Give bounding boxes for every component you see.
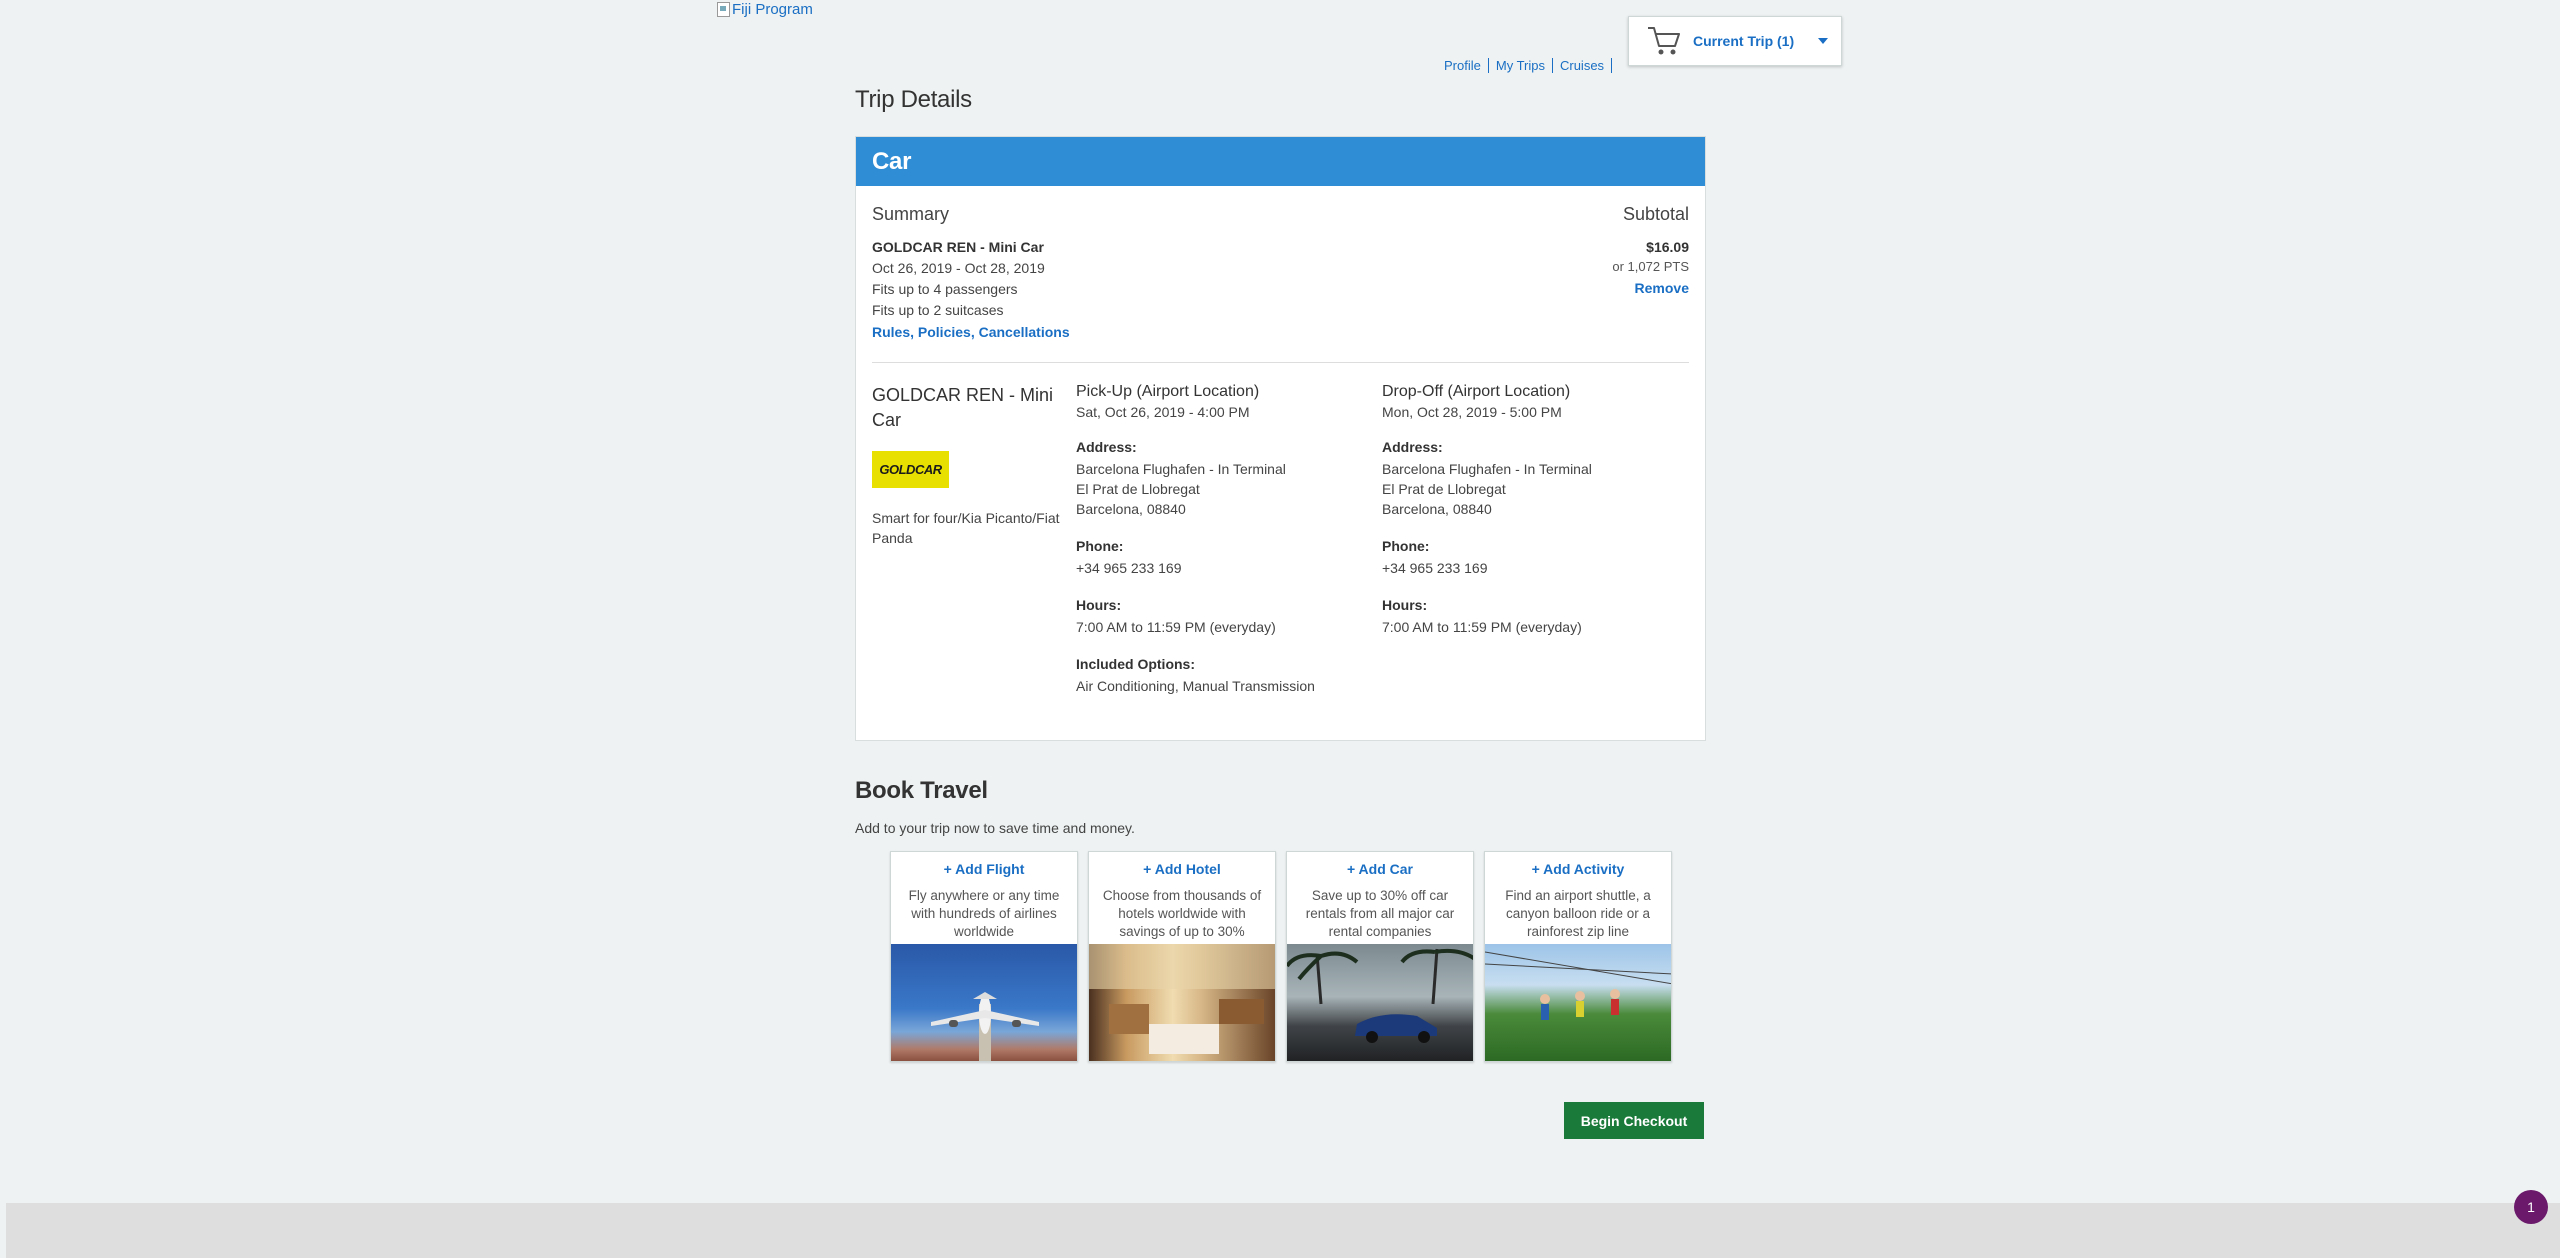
pickup-details: Pick-Up (Airport Location) Sat, Oct 26, … [1076, 383, 1382, 696]
dropoff-title: Drop-Off (Airport Location) [1382, 383, 1571, 400]
subtotal-price: $16.09 [1646, 239, 1689, 255]
dropoff-details: Drop-Off (Airport Location) Mon, Oct 28,… [1382, 383, 1688, 696]
add-car-description: Save up to 30% off car rentals from all … [1305, 888, 1455, 939]
pickup-phone: +34 965 233 169 [1076, 560, 1182, 576]
program-logo[interactable]: Fiji Program [717, 1, 813, 18]
nav-cruises-link[interactable]: Cruises [1553, 58, 1613, 73]
subtotal-block: Subtotal $16.09 or 1,072 PTS Remove [1612, 204, 1689, 342]
add-flight-description: Fly anywhere or any time with hundreds o… [908, 888, 1060, 939]
vehicle-info: GOLDCAR REN - Mini Car GOLDCAR Smart for… [872, 383, 1076, 696]
summary-car-name: GOLDCAR REN - Mini Car [872, 239, 1044, 255]
add-flight-tile[interactable]: + Add Flight Fly anywhere or any time wi… [890, 851, 1078, 1062]
top-nav: Profile My Trips Cruises [1438, 58, 1613, 73]
add-car-tile[interactable]: + Add Car Save up to 30% off car rentals… [1286, 851, 1474, 1062]
add-flight-link[interactable]: + Add Flight [891, 861, 1077, 877]
dropoff-datetime: Mon, Oct 28, 2019 - 5:00 PM [1382, 404, 1562, 420]
included-options-label: Included Options: [1076, 656, 1195, 672]
add-travel-tiles: + Add Flight Fly anywhere or any time wi… [890, 851, 1706, 1062]
car-on-road-image [1287, 944, 1473, 1061]
dropoff-hours-label: Hours: [1382, 597, 1428, 613]
dropoff-hours: 7:00 AM to 11:59 PM (everyday) [1382, 619, 1582, 635]
pickup-datetime: Sat, Oct 26, 2019 - 4:00 PM [1076, 404, 1250, 420]
dropoff-phone: +34 965 233 169 [1382, 560, 1488, 576]
pickup-hours-label: Hours: [1076, 597, 1122, 613]
summary-title: Summary [872, 204, 950, 224]
begin-checkout-button[interactable]: Begin Checkout [1564, 1102, 1704, 1139]
pickup-address-line: El Prat de Llobregat [1076, 481, 1200, 497]
dropoff-address-line: Barcelona Flughafen - In Terminal [1382, 461, 1592, 477]
zip-line-image [1485, 944, 1671, 1061]
zip-line-icon [1485, 951, 1671, 1020]
hotel-room-icon [1089, 944, 1275, 1054]
page-footer [6, 1203, 2560, 1258]
add-activity-tile[interactable]: + Add Activity Find an airport shuttle, … [1484, 851, 1672, 1062]
nav-my-trips-link[interactable]: My Trips [1489, 58, 1553, 73]
hotel-room-image [1089, 944, 1275, 1061]
pickup-title: Pick-Up (Airport Location) [1076, 383, 1260, 400]
pickup-address-line: Barcelona, 08840 [1076, 501, 1186, 517]
subtotal-points: or 1,072 PTS [1612, 259, 1689, 274]
logo-alt-text: Fiji Program [732, 1, 813, 18]
add-hotel-link[interactable]: + Add Hotel [1089, 861, 1275, 877]
broken-image-icon [717, 2, 730, 17]
car-summary: Summary GOLDCAR REN - Mini Car Oct 26, 2… [872, 204, 1070, 342]
current-trip-label: Current Trip (1) [1693, 33, 1795, 49]
remove-car-link[interactable]: Remove [1635, 280, 1689, 296]
main-content: Trip Details Car Summary GOLDCAR REN - M… [855, 86, 1706, 1062]
included-options: Air Conditioning, Manual Transmission [1076, 678, 1315, 694]
pickup-phone-label: Phone: [1076, 538, 1124, 554]
dropoff-address-line: Barcelona, 08840 [1382, 501, 1492, 517]
notification-badge[interactable]: 1 [2514, 1190, 2548, 1224]
subtotal-title: Subtotal [1622, 204, 1689, 224]
add-hotel-tile[interactable]: + Add Hotel Choose from thousands of hot… [1088, 851, 1276, 1062]
summary-dates: Oct 26, 2019 - Oct 28, 2019 [872, 260, 1045, 276]
add-activity-description: Find an airport shuttle, a canyon balloo… [1505, 888, 1651, 939]
pickup-address-line: Barcelona Flughafen - In Terminal [1076, 461, 1286, 477]
airplane-image [891, 944, 1077, 1061]
pickup-hours: 7:00 AM to 11:59 PM (everyday) [1076, 619, 1276, 635]
divider [872, 362, 1689, 363]
add-car-link[interactable]: + Add Car [1287, 861, 1473, 877]
vendor-logo: GOLDCAR [872, 451, 949, 488]
nav-profile-link[interactable]: Profile [1438, 58, 1489, 73]
book-travel-subtitle: Add to your trip now to save time and mo… [855, 820, 1135, 836]
add-activity-link[interactable]: + Add Activity [1485, 861, 1671, 877]
pickup-address-label: Address: [1076, 439, 1137, 455]
dropoff-phone-label: Phone: [1382, 538, 1430, 554]
car-icon [1287, 948, 1473, 1043]
vehicle-name: GOLDCAR REN - Mini Car [872, 385, 1054, 430]
summary-passengers: Fits up to 4 passengers [872, 281, 1018, 297]
shopping-cart-icon [1648, 27, 1680, 55]
vehicle-models: Smart for four/Kia Picanto/Fiat Panda [872, 510, 1060, 546]
car-card: Car Summary GOLDCAR REN - Mini Car Oct 2… [855, 136, 1706, 741]
page-title: Trip Details [855, 86, 972, 113]
book-travel-title: Book Travel [855, 777, 988, 804]
car-card-header: Car [856, 137, 1705, 186]
airplane-icon [931, 992, 1039, 1061]
chevron-down-icon [1818, 38, 1829, 44]
dropoff-address-label: Address: [1382, 439, 1443, 455]
rules-policies-link[interactable]: Rules, Policies, Cancellations [872, 324, 1070, 340]
current-trip-dropdown[interactable]: Current Trip (1) [1628, 16, 1842, 66]
dropoff-address-line: El Prat de Llobregat [1382, 481, 1506, 497]
add-hotel-description: Choose from thousands of hotels worldwid… [1102, 888, 1262, 939]
summary-suitcases: Fits up to 2 suitcases [872, 302, 1004, 318]
